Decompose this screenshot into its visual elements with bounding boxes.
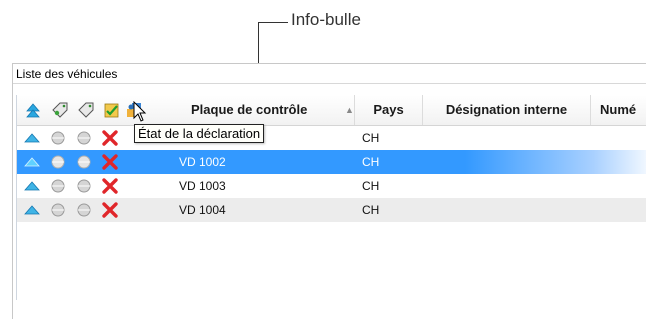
gray-circle-icon — [77, 203, 91, 217]
up-arrow-icon — [24, 133, 40, 143]
table-row-selected[interactable]: VD 1002 CH — [17, 150, 646, 174]
table-row[interactable]: VD 1003 CH — [17, 174, 646, 198]
table-row[interactable]: CH — [17, 126, 646, 150]
column-header-country[interactable]: Pays — [355, 95, 423, 125]
callout-line — [258, 22, 288, 23]
country-cell: CH — [362, 179, 380, 193]
grid-header: Plaque de contrôle ▲ Pays Désignation in… — [17, 95, 646, 126]
country-cell: CH — [362, 155, 380, 169]
gray-circle-icon — [51, 131, 65, 145]
up-arrow-icon — [24, 157, 40, 167]
plate-cell: VD 1004 — [179, 203, 226, 217]
vehicle-grid[interactable]: Plaque de contrôle ▲ Pays Désignation in… — [16, 95, 646, 300]
country-cell: CH — [362, 203, 380, 217]
column-header-internal[interactable]: Désignation interne — [423, 95, 591, 125]
gray-circle-icon — [51, 203, 65, 217]
group-separator — [13, 83, 646, 84]
gray-circle-icon — [77, 155, 91, 169]
plate-cell: VD 1003 — [179, 179, 226, 193]
mouse-cursor-icon — [133, 101, 147, 122]
error-x-icon — [102, 154, 118, 170]
column-header-plate[interactable]: Plaque de contrôle ▲ — [157, 95, 355, 125]
sort-up-icon[interactable] — [24, 101, 42, 119]
group-title: Liste des véhicules — [16, 67, 118, 81]
gray-circle-icon — [77, 179, 91, 193]
tag-icon[interactable] — [77, 101, 95, 119]
tag-icon[interactable] — [51, 101, 69, 119]
callout-label: Info-bulle — [291, 10, 361, 29]
tooltip: État de la déclaration — [134, 124, 265, 143]
plate-cell: VD 1002 — [179, 155, 226, 169]
gray-circle-icon — [51, 179, 65, 193]
sort-ascending-icon: ▲ — [345, 105, 354, 115]
country-cell: CH — [362, 131, 380, 145]
up-arrow-icon — [24, 205, 40, 215]
table-row[interactable]: VD 1004 CH — [17, 198, 646, 222]
up-arrow-icon — [24, 181, 40, 191]
error-x-icon — [102, 178, 118, 194]
status-check-icon[interactable] — [103, 101, 121, 119]
error-x-icon — [102, 202, 118, 218]
gray-circle-icon — [51, 155, 65, 169]
column-header-number[interactable]: Numé — [591, 95, 646, 125]
gray-circle-icon — [77, 131, 91, 145]
error-x-icon — [102, 130, 118, 146]
